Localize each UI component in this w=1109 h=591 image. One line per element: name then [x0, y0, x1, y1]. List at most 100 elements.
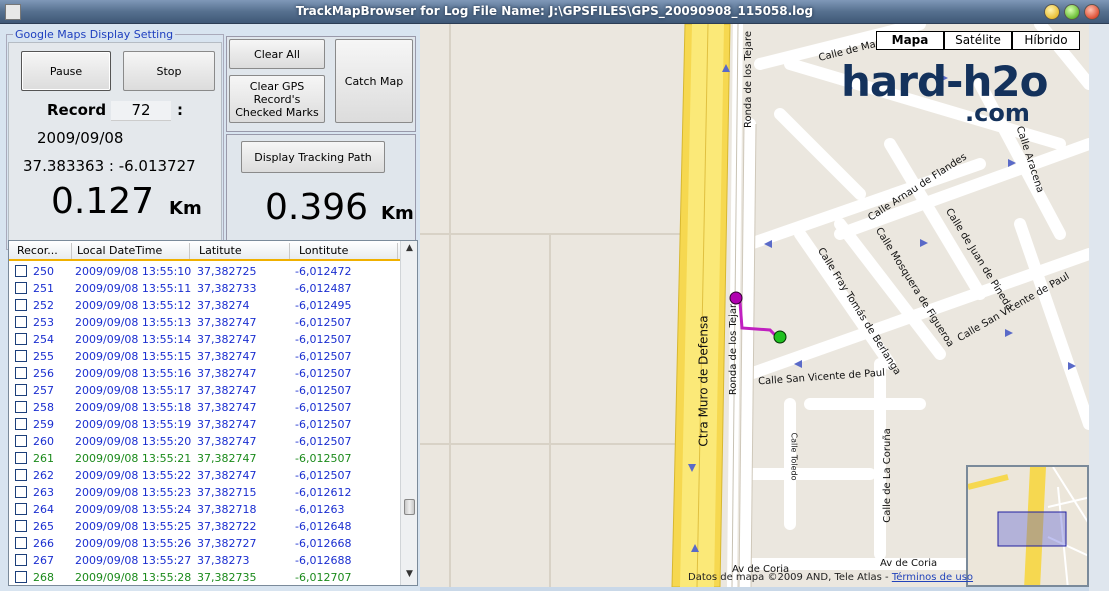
table-row[interactable]: 259 2009/09/08 13:55:19 37,382747 -6,012507	[9, 416, 401, 433]
record-value: 72	[111, 101, 171, 121]
row-checkbox[interactable]	[15, 401, 27, 413]
map-type-satellite[interactable]: Satélite	[944, 31, 1012, 50]
latitude-cell: 37,382715	[197, 486, 257, 499]
row-checkbox[interactable]	[15, 299, 27, 311]
row-checkbox[interactable]	[15, 469, 27, 481]
row-checkbox[interactable]	[15, 554, 27, 566]
close-button[interactable]	[1084, 4, 1100, 20]
row-checkbox[interactable]	[15, 282, 27, 294]
record-cell: 260	[33, 435, 54, 448]
latitude-cell: 37,382747	[197, 418, 257, 431]
record-cell: 250	[33, 265, 54, 278]
table-row[interactable]: 255 2009/09/08 13:55:15 37,382747 -6,012507	[9, 348, 401, 365]
record-cell: 258	[33, 401, 54, 414]
settings-inner-panel: Pause Stop Record 72 : 2009/09/08 37.383…	[8, 42, 222, 248]
table-row[interactable]: 260 2009/09/08 13:55:20 37,382747 -6,012507	[9, 433, 401, 450]
table-row[interactable]: 257 2009/09/08 13:55:17 37,382747 -6,012507	[9, 382, 401, 399]
row-checkbox[interactable]	[15, 265, 27, 277]
latitude-cell: 37,382727	[197, 537, 257, 550]
datetime-cell: 2009/09/08 13:55:28	[75, 571, 192, 584]
table-row[interactable]: 254 2009/09/08 13:55:14 37,382747 -6,012507	[9, 331, 401, 348]
datetime-cell: 2009/09/08 13:55:13	[75, 316, 192, 329]
clear-all-button[interactable]: Clear All	[229, 39, 325, 69]
table-row[interactable]: 265 2009/09/08 13:55:25 37,382722 -6,012648	[9, 518, 401, 535]
overview-map[interactable]	[966, 465, 1089, 587]
clear-gps-marks-button[interactable]: Clear GPS Record's Checked Marks	[229, 75, 325, 123]
table-row[interactable]: 252 2009/09/08 13:55:12 37,38274 -6,012495	[9, 297, 401, 314]
catch-map-button[interactable]: Catch Map	[335, 39, 413, 123]
map-view[interactable]: Mapa Satélite Híbrido hard-h2o .com Call…	[420, 24, 1089, 587]
list-scrollbar[interactable]: ▲ ▼	[400, 241, 417, 585]
track-start-marker[interactable]	[729, 291, 743, 305]
datetime-cell: 2009/09/08 13:55:18	[75, 401, 192, 414]
record-cell: 255	[33, 350, 54, 363]
longitude-cell: -6,012507	[295, 418, 352, 431]
latitude-cell: 37,382722	[197, 520, 257, 533]
column-header-longitude[interactable]: Lontitute	[299, 244, 348, 257]
table-row[interactable]: 261 2009/09/08 13:55:21 37,382747 -6,012507	[9, 450, 401, 467]
record-cell: 251	[33, 282, 54, 295]
terms-link[interactable]: Términos de uso	[892, 572, 973, 583]
display-tracking-path-button[interactable]: Display Tracking Path	[241, 141, 385, 173]
table-row[interactable]: 251 2009/09/08 13:55:11 37,382733 -6,012487	[9, 280, 401, 297]
column-header-datetime[interactable]: Local DateTime	[77, 244, 162, 257]
table-row[interactable]: 262 2009/09/08 13:55:22 37,382747 -6,012507	[9, 467, 401, 484]
datetime-cell: 2009/09/08 13:55:26	[75, 537, 192, 550]
minimize-button[interactable]	[1044, 4, 1060, 20]
record-cell: 263	[33, 486, 54, 499]
row-checkbox[interactable]	[15, 350, 27, 362]
row-checkbox[interactable]	[15, 367, 27, 379]
map-type-hybrid[interactable]: Híbrido	[1012, 31, 1080, 50]
date-value: 2009/09/08	[37, 129, 124, 147]
datetime-cell: 2009/09/08 13:55:25	[75, 520, 192, 533]
maximize-button[interactable]	[1064, 4, 1080, 20]
scroll-thumb[interactable]	[404, 499, 415, 515]
row-checkbox[interactable]	[15, 418, 27, 430]
row-checkbox[interactable]	[15, 486, 27, 498]
table-row[interactable]: 256 2009/09/08 13:55:16 37,382747 -6,012507	[9, 365, 401, 382]
track-end-marker[interactable]	[773, 330, 787, 344]
latitude-cell: 37,382718	[197, 503, 257, 516]
scroll-down-icon[interactable]: ▼	[403, 569, 416, 583]
record-cell: 254	[33, 333, 54, 346]
row-checkbox[interactable]	[15, 316, 27, 328]
longitude-cell: -6,012507	[295, 333, 352, 346]
scroll-up-icon[interactable]: ▲	[403, 243, 416, 257]
row-checkbox[interactable]	[15, 452, 27, 464]
record-colon: :	[177, 101, 183, 119]
group-legend: Google Maps Display Setting	[13, 28, 176, 41]
map-type-mapa[interactable]: Mapa	[876, 31, 944, 50]
column-header-record[interactable]: Recor...	[17, 244, 58, 257]
row-checkbox[interactable]	[15, 537, 27, 549]
column-header-latitude[interactable]: Latitute	[199, 244, 242, 257]
latitude-cell: 37,382735	[197, 571, 257, 584]
latitude-cell: 37,38274	[197, 299, 250, 312]
record-label: Record	[47, 101, 107, 119]
row-checkbox[interactable]	[15, 503, 27, 515]
row-checkbox[interactable]	[15, 571, 27, 583]
longitude-cell: -6,012507	[295, 384, 352, 397]
latitude-cell: 37,382747	[197, 350, 257, 363]
table-row[interactable]: 264 2009/09/08 13:55:24 37,382718 -6,01263	[9, 501, 401, 518]
latitude-cell: 37,382725	[197, 265, 257, 278]
pause-button[interactable]: Pause	[21, 51, 111, 91]
latitude-cell: 37,382747	[197, 435, 257, 448]
row-checkbox[interactable]	[15, 435, 27, 447]
row-checkbox[interactable]	[15, 333, 27, 345]
table-row[interactable]: 250 2009/09/08 13:55:10 37,382725 -6,012472	[9, 263, 401, 280]
row-checkbox[interactable]	[15, 384, 27, 396]
datetime-cell: 2009/09/08 13:55:19	[75, 418, 192, 431]
table-row[interactable]: 266 2009/09/08 13:55:26 37,382727 -6,012668	[9, 535, 401, 552]
stop-button[interactable]: Stop	[123, 51, 215, 91]
gps-records-list[interactable]: Recor... Local DateTime Latitute Lontitu…	[8, 240, 418, 586]
table-row[interactable]: 267 2009/09/08 13:55:27 37,38273 -6,012688	[9, 552, 401, 569]
latitude-cell: 37,382747	[197, 469, 257, 482]
row-checkbox[interactable]	[15, 520, 27, 532]
latitude-cell: 37,382747	[197, 452, 257, 465]
table-row[interactable]: 258 2009/09/08 13:55:18 37,382747 -6,012507	[9, 399, 401, 416]
map-side-strip	[1089, 24, 1109, 591]
table-row[interactable]: 268 2009/09/08 13:55:28 37,382735 -6,012707	[9, 569, 401, 585]
table-row[interactable]: 263 2009/09/08 13:55:23 37,382715 -6,012612	[9, 484, 401, 501]
table-row[interactable]: 253 2009/09/08 13:55:13 37,382747 -6,012507	[9, 314, 401, 331]
longitude-cell: -6,012688	[295, 554, 352, 567]
